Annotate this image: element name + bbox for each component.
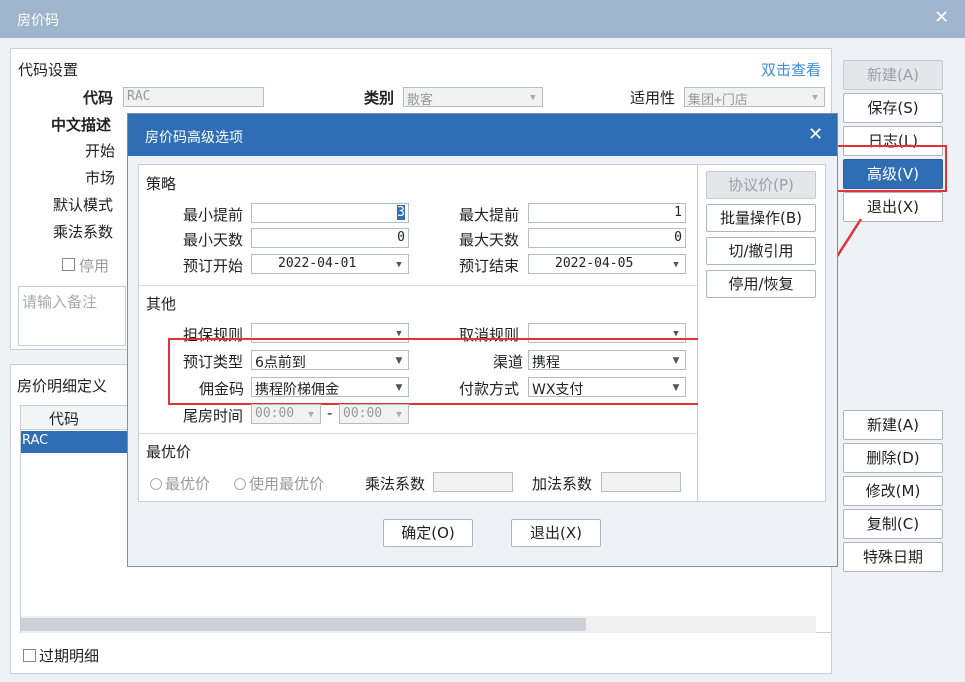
best-adder-input[interactable]	[601, 472, 681, 492]
dialog-exit-button[interactable]: 退出(X)	[511, 519, 601, 547]
dialog-content: 策略 最小提前 3 最大提前 1 最小天数 0 最大天数 0 预订开始 2022…	[138, 164, 706, 502]
col-code-header: 代码	[49, 410, 80, 428]
min-adv-input[interactable]: 3	[251, 203, 409, 223]
book-start-picker[interactable]: 2022-04-01 ▼	[251, 254, 409, 274]
special-date-button[interactable]: 特殊日期	[843, 542, 943, 572]
min-adv-value: 3	[397, 205, 405, 220]
book-end-picker[interactable]: 2022-04-05 ▼	[528, 254, 686, 274]
window-titlebar: 房价码 ✕	[0, 0, 965, 38]
divider	[139, 433, 697, 434]
opt-best-label: 最优价	[165, 475, 211, 493]
min-days-input[interactable]: 0	[251, 228, 409, 248]
section-title: 代码设置	[18, 61, 79, 79]
book-start-value: 2022-04-01	[278, 256, 357, 271]
ok-button[interactable]: 确定(O)	[383, 519, 473, 547]
view-link[interactable]: 双击查看	[761, 59, 821, 80]
code-field[interactable]: RAC	[123, 87, 264, 107]
time-dash: -	[327, 404, 333, 422]
opt-use-best-radio[interactable]: 使用最优价	[234, 473, 324, 494]
radio-icon	[150, 478, 162, 490]
dialog-title: 房价码高级选项	[145, 130, 243, 146]
detail-new-button[interactable]: 新建(A)	[843, 410, 943, 440]
chevron-down-icon: ▼	[308, 410, 314, 420]
close-icon[interactable]: ✕	[934, 7, 949, 28]
applicable-select[interactable]: 集团+门店 ▼	[684, 87, 825, 107]
book-end-value: 2022-04-05	[555, 256, 634, 271]
disable-checkbox[interactable]	[62, 257, 75, 275]
expired-checkbox[interactable]	[23, 648, 36, 666]
advanced-dialog: 房价码高级选项 ✕ 策略 最小提前 3 最大提前 1 最小天数 0 最大天数 0…	[127, 113, 838, 567]
chevron-down-icon: ▼	[530, 93, 536, 103]
remark-textarea[interactable]: 请输入备注	[18, 286, 126, 346]
detail-delete-button[interactable]: 删除(D)	[843, 443, 943, 473]
time-from-select[interactable]: 00:00 ▼	[251, 404, 321, 424]
opt-best-radio[interactable]: 最优价	[150, 473, 210, 494]
scroll-thumb[interactable]	[21, 618, 586, 631]
disable-restore-button[interactable]: 停用/恢复	[706, 270, 816, 298]
remark-placeholder: 请输入备注	[22, 293, 98, 311]
new-button[interactable]: 新建(A)	[843, 60, 943, 90]
default-mode-label: 默认模式	[53, 196, 114, 214]
detail-section-title: 房价明细定义	[17, 377, 108, 395]
row-code: RAC	[22, 433, 49, 448]
max-adv-label: 最大提前	[459, 206, 520, 224]
max-days-label: 最大天数	[459, 231, 520, 249]
category-select[interactable]: 散客 ▼	[403, 87, 543, 107]
book-end-label: 预订结束	[459, 257, 520, 275]
table-row[interactable]: RAC	[21, 431, 127, 453]
applicable-label: 适用性	[630, 89, 676, 107]
batch-button[interactable]: 批量操作(B)	[706, 204, 816, 232]
code-label: 代码	[83, 89, 114, 107]
desc-label: 中文描述	[51, 116, 112, 134]
min-days-label: 最小天数	[183, 231, 244, 249]
opt-use-best-label: 使用最优价	[249, 475, 325, 493]
time-to-select[interactable]: 00:00 ▼	[339, 404, 409, 424]
chevron-down-icon: ▼	[396, 260, 402, 270]
category-label: 类别	[364, 89, 395, 107]
dialog-titlebar: 房价码高级选项 ✕	[128, 114, 837, 156]
time-from-value: 00:00	[255, 406, 295, 421]
expired-label: 过期明细	[39, 647, 100, 665]
best-adder-label: 加法系数	[532, 475, 593, 493]
strategy-title: 策略	[146, 175, 177, 193]
h-scrollbar[interactable]	[21, 616, 816, 633]
agreement-price-button[interactable]: 协议价(P)	[706, 171, 816, 199]
best-multiplier-label: 乘法系数	[365, 475, 426, 493]
detail-copy-button[interactable]: 复制(C)	[843, 509, 943, 539]
book-start-label: 预订开始	[183, 257, 244, 275]
radio-icon	[234, 478, 246, 490]
category-value: 散客	[407, 93, 434, 107]
time-to-value: 00:00	[343, 406, 383, 421]
chevron-down-icon: ▼	[812, 93, 818, 103]
max-adv-input[interactable]: 1	[528, 203, 686, 223]
chevron-down-icon: ▼	[673, 260, 679, 270]
market-label: 市场	[85, 169, 116, 187]
highlight-box	[168, 338, 706, 405]
window-title: 房价码	[17, 13, 59, 29]
min-adv-label: 最小提前	[183, 206, 244, 224]
best-title: 最优价	[146, 443, 192, 461]
close-icon[interactable]: ✕	[808, 124, 823, 145]
save-button[interactable]: 保存(S)	[843, 93, 943, 123]
chevron-down-icon: ▼	[396, 410, 402, 420]
detail-edit-button[interactable]: 修改(M)	[843, 476, 943, 506]
disable-label: 停用	[79, 257, 110, 275]
last-room-label: 尾房时间	[183, 407, 244, 425]
reference-button[interactable]: 切/撤引用	[706, 237, 816, 265]
other-title: 其他	[146, 295, 177, 313]
best-multiplier-input[interactable]	[433, 472, 513, 492]
divider	[139, 285, 697, 286]
multiplier-label: 乘法系数	[53, 223, 114, 241]
applicable-value: 集团+门店	[688, 93, 748, 107]
start-label: 开始	[85, 142, 116, 160]
max-days-input[interactable]: 0	[528, 228, 686, 248]
highlight-box	[833, 145, 947, 192]
